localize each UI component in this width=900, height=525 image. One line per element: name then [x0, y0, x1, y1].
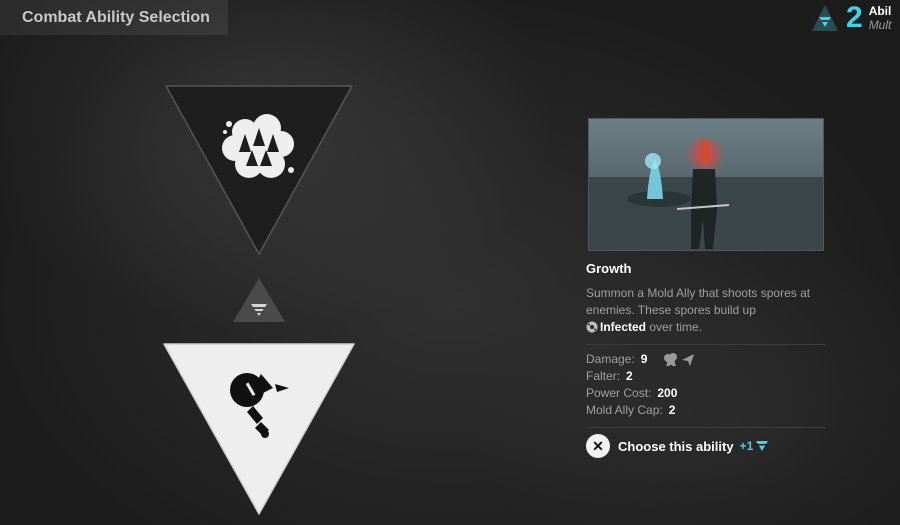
ability-points-label: Abil [868, 4, 892, 18]
cross-button-icon: ✕ [586, 434, 610, 458]
ability-points-text: Abil Mult [869, 4, 897, 32]
infected-status-name: Infected [600, 320, 647, 334]
ability-preview-image [588, 118, 824, 251]
ability-description-end: over time. [649, 320, 703, 334]
ability-detail-panel: Growth Summon a Mold Ally that shoots sp… [586, 118, 826, 458]
screen-title-text: Combat Ability Selection [22, 8, 210, 26]
stat-falter: Falter: 2 [586, 368, 826, 385]
ability-point-icon [756, 441, 769, 451]
choose-ability-button[interactable]: ✕ Choose this ability +1 [586, 434, 826, 458]
spore-damage-icon [664, 352, 678, 366]
choose-ability-label: Choose this ability [618, 438, 734, 454]
screen-title: Combat Ability Selection [0, 0, 228, 35]
stat-label: Mold Ally Cap: [586, 403, 663, 417]
stat-label: Falter: [586, 369, 621, 383]
stat-value: 200 [657, 386, 678, 400]
ability-point-icon [812, 5, 838, 31]
stat-mold-ally-cap: Mold Ally Cap: 2 [586, 402, 826, 419]
ability-points-count: 2 [846, 1, 863, 34]
ability-description: Summon a Mold Ally that shoots spores at… [586, 285, 826, 336]
stat-value: 2 [668, 403, 676, 417]
stat-power-cost: Power Cost: 200 [586, 385, 826, 402]
ranged-attack-icon [682, 353, 695, 366]
infected-status-icon [586, 321, 598, 333]
ability-name: Growth [586, 261, 632, 276]
stat-value: 2 [626, 369, 633, 383]
divider [586, 427, 826, 428]
ability-point-bonus: +1 [739, 439, 754, 453]
stat-value: 9 [640, 352, 648, 366]
divider [586, 344, 826, 345]
stat-label: Damage: [586, 352, 635, 366]
stat-label: Power Cost: [586, 386, 652, 400]
ability-points: 2 Abil Mult [810, 0, 900, 36]
slot-connector [233, 278, 285, 322]
stat-damage: Damage: 9 [586, 351, 826, 368]
ability-description-text: Summon a Mold Ally that shoots spores at… [586, 286, 811, 317]
ability-points-sublabel: Mult [868, 18, 892, 32]
ability-slot-selected[interactable] [158, 340, 360, 518]
ability-slot-top[interactable] [158, 84, 360, 259]
